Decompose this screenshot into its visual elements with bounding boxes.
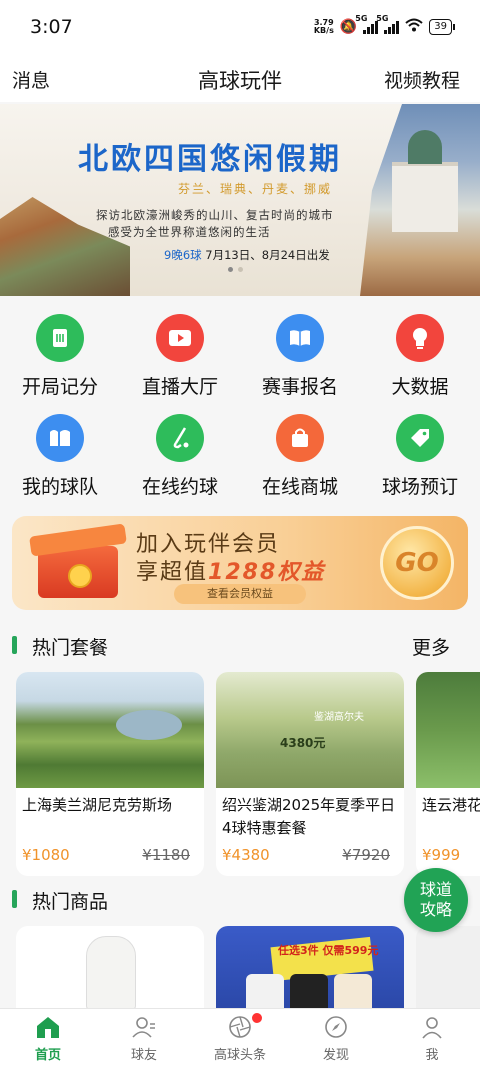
fairway-guide-button[interactable]: 球道 攻略 — [404, 868, 468, 932]
promo-banner[interactable]: 北欧四国悠闲假期 芬兰、瑞典、丹麦、挪威 探访北欧濠洲峻秀的山川、复古时尚的城市… — [0, 104, 480, 296]
package-card[interactable]: 鉴湖高尔夫 4380元 绍兴鉴湖2025年夏季平日4球特惠套餐 ¥4380 ¥7… — [216, 672, 404, 876]
goods-promo-text: 任选3件 仅需599元 — [278, 944, 379, 957]
wifi-icon — [405, 18, 423, 35]
gift-box-image — [28, 523, 128, 604]
tag-icon — [396, 414, 444, 462]
package-image: 鉴湖高尔夫 4380元 — [216, 672, 404, 788]
package-price: ¥4380 — [222, 846, 270, 864]
member-benefit: 享超值1288权益 — [136, 560, 326, 585]
banner-city-image-left — [0, 197, 130, 296]
membership-banner[interactable]: 加入玩伴会员 享超值1288权益 查看会员权益 GO — [12, 516, 468, 610]
status-icons: 3.79 KB/s 🔕 5G 5G 39 — [313, 14, 455, 35]
banner-text-line2: 感受为全世界称道悠闲的生活 — [108, 225, 271, 239]
bottom-tab-bar: 首页 球友 高球头条 发现 我 — [0, 1008, 480, 1066]
shirts-image — [246, 974, 372, 1010]
goods-card[interactable]: 任选3件 仅需599元 — [216, 926, 404, 1010]
goods-card[interactable] — [416, 926, 480, 1010]
team-icon — [36, 414, 84, 462]
banner-text-line1: 探访北欧濠洲峻秀的山川、复古时尚的城市 — [96, 208, 334, 222]
banner-info: 9晚6球 7月13日、8月24日出发 — [164, 248, 330, 262]
more-button[interactable]: 更多 — [412, 633, 450, 660]
status-time: 3:07 — [30, 16, 73, 38]
grid-item-store[interactable]: 在线商城 — [240, 414, 360, 499]
package-price: ¥1080 — [22, 846, 70, 864]
aperture-icon — [227, 1014, 253, 1040]
battery-icon: 39 — [429, 18, 455, 35]
package-old-price: ¥7920 — [342, 846, 390, 864]
person-icon — [419, 1014, 445, 1040]
banner-title: 北欧四国悠闲假期 — [78, 142, 342, 177]
tab-me[interactable]: 我 — [384, 1009, 480, 1066]
net-speed: 3.79 KB/s — [313, 17, 334, 35]
video-tutorial-button[interactable]: 视频教程 — [384, 66, 460, 93]
banner-pagination — [228, 267, 243, 272]
go-button[interactable]: GO — [380, 526, 454, 600]
package-name: 连云港花惠套餐 — [422, 796, 480, 814]
tab-friends[interactable]: 球友 — [96, 1009, 192, 1066]
app-header: 消息 高球玩伴 视频教程 — [0, 54, 480, 102]
compass-icon — [323, 1014, 349, 1040]
tab-golf-news[interactable]: 高球头条 — [192, 1009, 288, 1066]
grid-item-course-booking[interactable]: 球场预订 — [360, 414, 480, 499]
package-name: 上海美兰湖尼克劳斯场 — [22, 796, 173, 814]
notification-dot — [252, 1013, 262, 1023]
banner-subtitle: 芬兰、瑞典、丹麦、挪威 — [178, 182, 333, 196]
package-card[interactable]: 上海美兰湖尼克劳斯场 ¥1080 ¥1180 — [16, 672, 204, 876]
function-grid: 开局记分 直播大厅 赛事报名 大数据 我的球队 在线约球 在线商城 球场预订 — [0, 296, 480, 506]
book-icon — [276, 314, 324, 362]
hot-packages-header: 热门套餐 更多 — [0, 626, 480, 666]
goods-list: 任选3件 仅需599元 — [0, 926, 480, 1010]
view-benefits-button[interactable]: 查看会员权益 — [174, 584, 306, 604]
signal-icon-2: 5G — [376, 14, 400, 34]
banner-cathedral-image — [392, 162, 458, 232]
section-title: 热门商品 — [32, 891, 109, 913]
home-icon — [35, 1014, 61, 1040]
tab-home[interactable]: 首页 — [0, 1009, 96, 1066]
status-bar: 3:07 3.79 KB/s 🔕 5G 5G 39 — [0, 0, 480, 54]
package-name: 绍兴鉴湖2025年夏季平日4球特惠套餐 — [222, 796, 396, 837]
grid-item-booking-game[interactable]: 在线约球 — [120, 414, 240, 499]
section-title: 热门套餐 — [32, 637, 109, 659]
package-price: ¥999 — [422, 846, 461, 864]
grid-item-score[interactable]: 开局记分 — [0, 314, 120, 399]
grid-item-signup[interactable]: 赛事报名 — [240, 314, 360, 399]
golf-club-icon — [156, 414, 204, 462]
friends-icon — [131, 1014, 157, 1040]
grid-item-team[interactable]: 我的球队 — [0, 414, 120, 499]
shopping-bag-icon — [276, 414, 324, 462]
banner-dome-image — [408, 130, 442, 164]
package-card[interactable]: 连云港花惠套餐 ¥999 — [416, 672, 480, 876]
goods-card[interactable] — [16, 926, 204, 1010]
grid-item-bigdata[interactable]: 大数据 — [360, 314, 480, 399]
package-image — [416, 672, 480, 788]
glove-image — [86, 936, 136, 1010]
live-video-icon — [156, 314, 204, 362]
lightbulb-icon — [396, 314, 444, 362]
scorecard-icon — [36, 314, 84, 362]
tab-discover[interactable]: 发现 — [288, 1009, 384, 1066]
package-old-price: ¥1180 — [142, 846, 190, 864]
package-image — [16, 672, 204, 788]
grid-item-live[interactable]: 直播大厅 — [120, 314, 240, 399]
package-list: 上海美兰湖尼克劳斯场 ¥1080 ¥1180 鉴湖高尔夫 4380元 绍兴鉴湖2… — [0, 672, 480, 876]
